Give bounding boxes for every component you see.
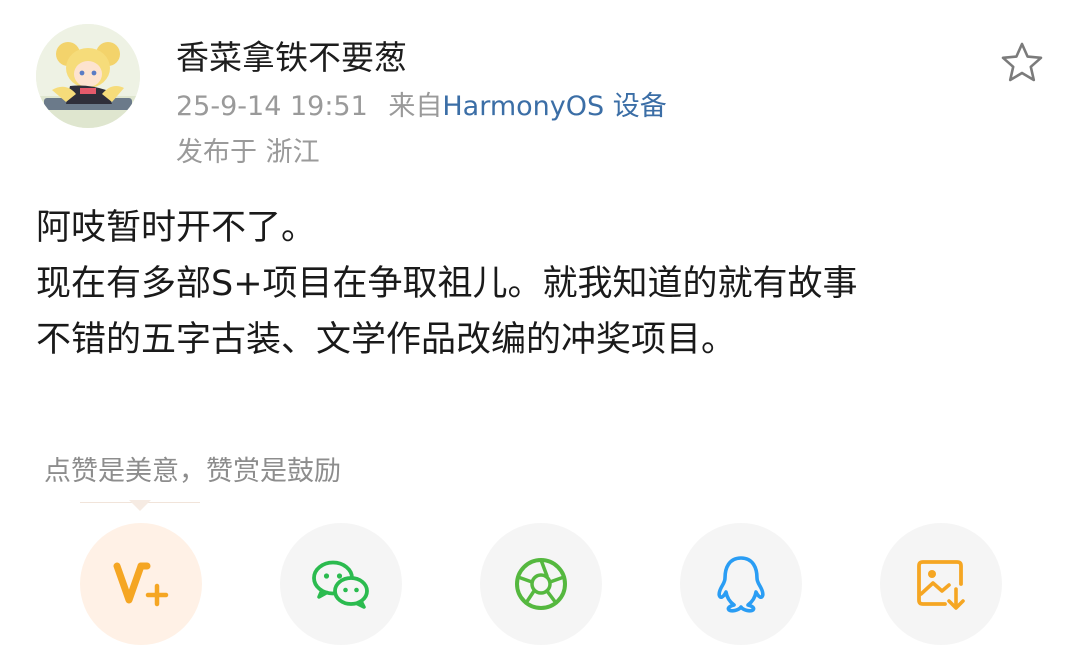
save-image-button[interactable] [880,523,1002,645]
favorite-button[interactable] [998,40,1046,86]
save-image-icon [917,560,965,610]
username[interactable]: 香菜拿铁不要葱 [176,36,407,80]
hint-caret [129,500,151,511]
post-location: 发布于 浙江 [176,137,320,168]
post-paragraph: 不错的五字古装、文学作品改编的冲奖项目。 [36,320,737,360]
star-icon [1001,42,1043,82]
share-qq-button[interactable] [680,523,802,645]
post-body: 阿吱暂时开不了。 现在有多部S+项目在争取祖儿。就我知道的就有故事 不错的五字古… [36,200,1046,368]
reward-button[interactable] [80,523,202,645]
avatar[interactable] [36,24,140,128]
source-prefix: 来自 [388,91,443,122]
wechat-icon [312,560,369,609]
post-meta: 25-9-14 19:51 来自HarmonyOS 设备 [176,88,667,126]
moments-icon [515,558,567,610]
vplus-reward-icon [113,562,169,607]
avatar-illustration [36,24,140,128]
qq-icon [717,556,765,613]
share-moments-button[interactable] [480,523,602,645]
device-link[interactable]: HarmonyOS 设备 [442,91,666,122]
post-paragraph: 阿吱暂时开不了。 [36,208,317,248]
post-paragraph: 现在有多部S+项目在争取祖儿。就我知道的就有故事 [36,264,858,304]
share-wechat-button[interactable] [280,523,402,645]
reward-hint: 点赞是美意，赞赏是鼓励 [44,456,341,487]
post-date: 25-9-14 19:51 [176,91,368,122]
